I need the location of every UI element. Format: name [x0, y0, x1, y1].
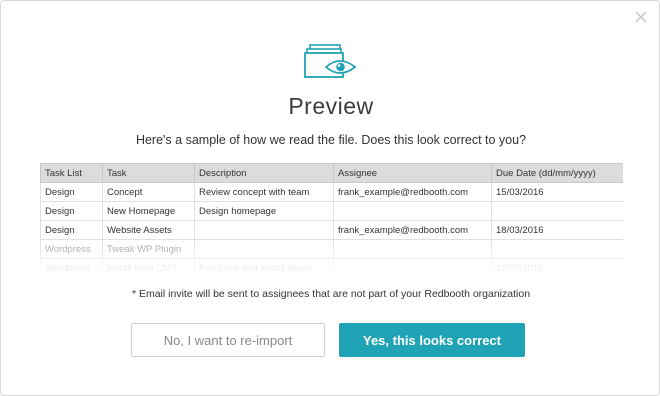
column-header-due-date: Due Date (dd/mm/yyyy)	[491, 163, 623, 183]
email-invite-note: * Email invite will be sent to assignees…	[131, 288, 531, 300]
confirm-button[interactable]: Yes, this looks correct	[339, 323, 525, 357]
table-cell: Design homepage	[194, 201, 334, 221]
table-cell: 18/03/2016	[491, 220, 623, 240]
table-cell: Wordpress	[40, 258, 103, 275]
column-header-assignee: Assignee	[333, 163, 492, 183]
modal-title: Preview	[288, 93, 374, 119]
table-cell: frank_example@redbooth.com	[333, 220, 492, 240]
table-cell: Review concept with team	[194, 182, 334, 202]
column-header-description: Description	[194, 163, 334, 183]
reimport-button[interactable]: No, I want to re-import	[131, 323, 325, 357]
table-cell: Website Assets	[102, 220, 195, 240]
table-cell: New Homepage	[102, 201, 195, 221]
table-row: Design Concept Review concept with team …	[40, 182, 623, 202]
table-cell	[194, 220, 334, 240]
table-cell: Purchase and install plugin	[194, 258, 334, 275]
table-cell: 15/03/2016	[491, 182, 623, 202]
modal-subtitle: Here's a sample of how we read the file.…	[135, 133, 527, 147]
table-cell	[333, 201, 492, 221]
table-cell: Wordpress	[40, 239, 103, 259]
close-icon[interactable]	[633, 9, 649, 25]
table-cell: Concept	[102, 182, 195, 202]
table-cell: Design	[40, 220, 103, 240]
table-row: Wordpress Install New CMS Purchase and i…	[40, 258, 623, 275]
table-cell: Design	[40, 182, 103, 202]
table-cell	[491, 239, 623, 259]
preview-table-container[interactable]: Task List Task Description Assignee Due …	[40, 163, 623, 275]
preview-table: Task List Task Description Assignee Due …	[40, 163, 623, 275]
table-header-row: Task List Task Description Assignee Due …	[40, 163, 623, 183]
table-cell	[491, 201, 623, 221]
table-cell: Design	[40, 201, 103, 221]
table-cell	[194, 239, 334, 259]
table-cell: frank_example@redbooth.com	[333, 182, 492, 202]
table-row: Design New Homepage Design homepage	[40, 201, 623, 221]
table-row: Wordpress Tweak WP Plugin	[40, 239, 623, 259]
table-cell	[333, 258, 492, 275]
table-row: Design Website Assets frank_example@redb…	[40, 220, 623, 240]
table-cell: Tweak WP Plugin	[102, 239, 195, 259]
column-header-task-list: Task List	[40, 163, 103, 183]
file-preview-eye-icon	[304, 43, 358, 81]
table-cell: Install New CMS	[102, 258, 195, 275]
preview-modal: Preview Here's a sample of how we read t…	[0, 0, 660, 396]
column-header-task: Task	[102, 163, 195, 183]
table-cell	[333, 239, 492, 259]
table-cell: 22/03/2016	[491, 258, 623, 275]
